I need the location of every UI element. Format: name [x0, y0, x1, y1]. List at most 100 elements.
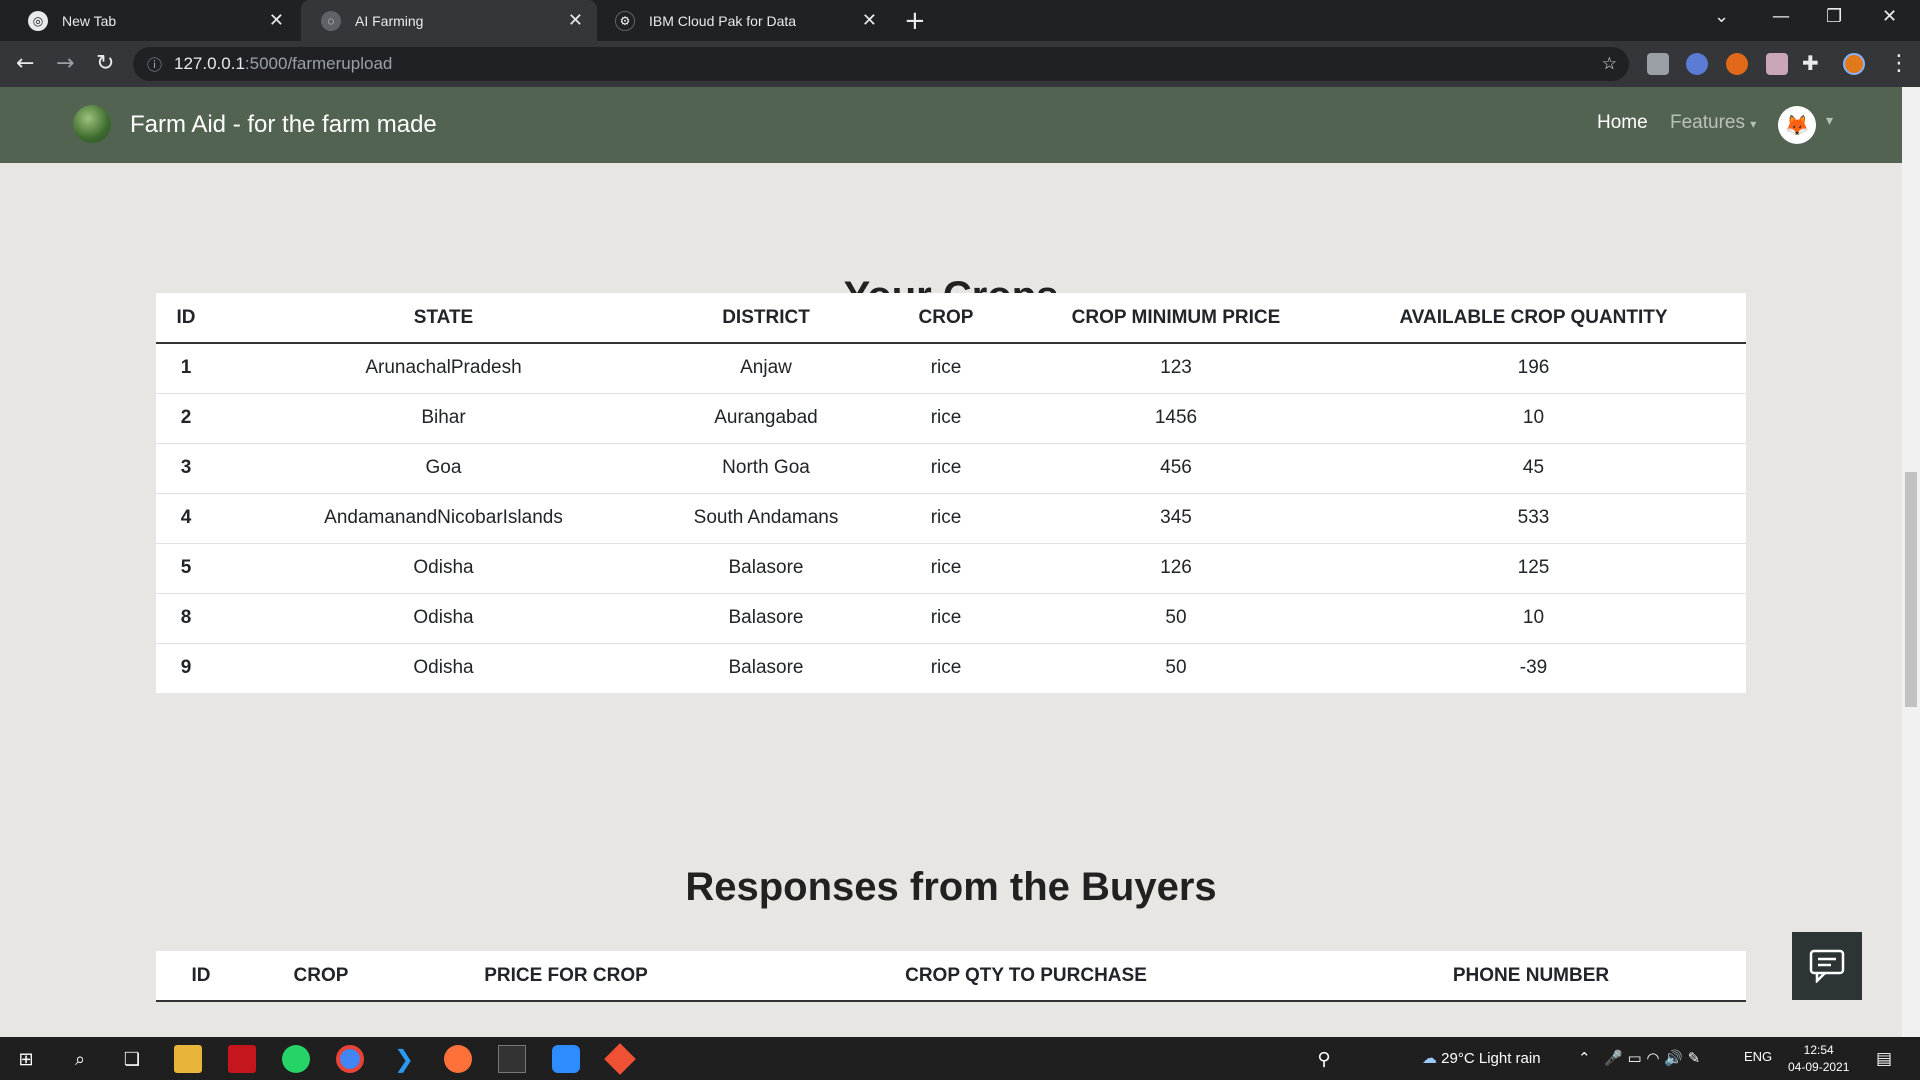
col-header-qty-purchase: CROP QTY TO PURCHASE [736, 951, 1316, 1002]
table-row: 3 Goa North Goa rice 456 45 [156, 442, 1746, 493]
address-bar[interactable]: ⓘ 127.0.0.1:5000/farmerupload ☆ [133, 47, 1629, 81]
cell-id: 1 [156, 342, 216, 393]
cell-crop: rice [861, 642, 1031, 693]
forward-icon[interactable]: → [56, 51, 74, 76]
cell-state: Odisha [216, 592, 671, 643]
clock[interactable]: 12:54 04-09-2021 [1788, 1042, 1849, 1076]
extension-icon[interactable] [1686, 53, 1708, 75]
menu-kebab-icon[interactable]: ⋮ [1888, 51, 1910, 76]
task-view-icon[interactable]: ❏ [118, 1045, 146, 1073]
people-icon[interactable]: ⚲ [1310, 1045, 1338, 1073]
extension-icon[interactable] [1766, 53, 1788, 75]
system-tray-icons[interactable]: 🎤 ▭ ◠ 🔊 ✎ [1604, 1049, 1700, 1067]
window-close-icon[interactable]: ✕ [1882, 6, 1897, 27]
cell-available-qty: 196 [1321, 342, 1746, 393]
cell-id: 4 [156, 492, 216, 543]
cell-min-price: 456 [1031, 442, 1321, 493]
tab-label: New Tab [62, 12, 117, 29]
col-header-id: ID [156, 951, 246, 1002]
language-indicator[interactable]: ENG [1744, 1049, 1772, 1064]
close-icon[interactable]: ✕ [862, 10, 877, 31]
table-row: 4 AndamanandNicobarIslands South Andamans r… [156, 492, 1746, 543]
info-icon[interactable]: ⓘ [147, 54, 162, 75]
cell-crop: rice [861, 492, 1031, 543]
col-header-price: PRICE FOR CROP [396, 951, 736, 1002]
reload-icon[interactable]: ↻ [96, 51, 114, 76]
cell-available-qty: 10 [1321, 392, 1746, 443]
terminal-icon[interactable] [498, 1045, 526, 1073]
search-icon[interactable]: ⌕ [66, 1045, 94, 1073]
col-header-district: DISTRICT [671, 293, 861, 344]
brand-title[interactable]: Farm Aid - for the farm made [130, 111, 437, 139]
tab-search-icon[interactable]: ⌄ [1714, 6, 1729, 27]
table-row: 8 Odisha Balasore rice 50 10 [156, 592, 1746, 643]
weather-widget[interactable]: ☁ 29°C Light rain [1422, 1049, 1541, 1067]
firefox-icon[interactable] [444, 1045, 472, 1073]
table-row: 1 ArunachalPradesh Anjaw rice 123 196 [156, 342, 1746, 393]
cell-id: 8 [156, 592, 216, 643]
extension-icon[interactable] [1647, 53, 1669, 75]
clock-date: 04-09-2021 [1788, 1060, 1850, 1074]
col-header-crop: CROP [861, 293, 1031, 344]
col-header-phone: PHONE NUMBER [1316, 951, 1746, 1002]
page-viewport: Farm Aid - for the farm made Home Featur… [0, 87, 1902, 1037]
cloud-icon: ☁ [1422, 1050, 1437, 1067]
scrollbar-thumb[interactable] [1905, 472, 1917, 707]
windows-start-icon[interactable]: ⊞ [12, 1045, 40, 1073]
cell-district: South Andamans [671, 492, 861, 543]
tray-chevron-icon[interactable]: ⌃ [1578, 1049, 1591, 1067]
profile-avatar[interactable] [1843, 53, 1865, 75]
cell-crop: rice [861, 542, 1031, 593]
restore-icon[interactable]: ❐ [1826, 6, 1842, 27]
tab-ibm-cloud[interactable]: ⚙ IBM Cloud Pak for Data ✕ [595, 0, 891, 41]
tab-ai-farming[interactable]: ◌ AI Farming ✕ [301, 0, 597, 41]
table-row: 5 Odisha Balasore rice 126 125 [156, 542, 1746, 593]
extension-icon[interactable] [1726, 53, 1748, 75]
close-icon[interactable]: ✕ [568, 10, 583, 31]
windows-taskbar: ⊞ ⌕ ❏ ❯ ⚲ ☁ 29°C Light rain ⌃ 🎤 ▭ ◠ 🔊 ✎ … [0, 1037, 1920, 1080]
chat-icon [1809, 949, 1845, 983]
browser-toolbar: ← → ↻ ⓘ 127.0.0.1:5000/farmerupload ☆ ✚ … [0, 41, 1920, 87]
cell-crop: rice [861, 442, 1031, 493]
table-row: 2 Bihar Aurangabad rice 1456 10 [156, 392, 1746, 443]
chrome-taskbar-icon[interactable] [336, 1045, 364, 1073]
chat-button[interactable] [1792, 932, 1862, 1000]
cell-min-price: 126 [1031, 542, 1321, 593]
caret-down-icon[interactable]: ▾ [1826, 113, 1833, 129]
cell-id: 5 [156, 542, 216, 593]
notification-icon[interactable]: ▤ [1876, 1049, 1892, 1069]
minimize-icon[interactable]: — [1772, 6, 1790, 27]
git-icon[interactable] [604, 1043, 636, 1075]
new-tab-button[interactable]: + [904, 6, 926, 36]
crops-table: ID STATE DISTRICT CROP CROP MINIMUM PRIC… [156, 293, 1746, 693]
cell-state: AndamanandNicobarIslands [216, 492, 671, 543]
browser-tab-bar: ◎ New Tab ✕ ◌ AI Farming ✕ ⚙ IBM Cloud P… [0, 0, 1920, 41]
site-navbar: Farm Aid - for the farm made Home Featur… [0, 87, 1902, 163]
cell-district: Anjaw [671, 342, 861, 393]
cell-available-qty: 533 [1321, 492, 1746, 543]
user-avatar[interactable]: 🦊 [1778, 106, 1816, 144]
extensions-puzzle-icon[interactable]: ✚ [1802, 51, 1819, 75]
whatsapp-icon[interactable] [282, 1045, 310, 1073]
acrobat-icon[interactable] [228, 1045, 256, 1073]
back-icon[interactable]: ← [16, 51, 34, 76]
farm-logo[interactable] [73, 105, 111, 143]
cell-available-qty: 10 [1321, 592, 1746, 643]
cell-crop: rice [861, 592, 1031, 643]
nav-home-link[interactable]: Home [1597, 112, 1648, 134]
cell-district: Balasore [671, 642, 861, 693]
vscode-icon[interactable]: ❯ [390, 1045, 418, 1073]
page-scrollbar[interactable] [1902, 87, 1920, 1037]
cell-state: Odisha [216, 642, 671, 693]
tab-new-tab[interactable]: ◎ New Tab ✕ [8, 0, 298, 41]
close-icon[interactable]: ✕ [269, 10, 284, 31]
file-explorer-icon[interactable] [174, 1045, 202, 1073]
cell-state: ArunachalPradesh [216, 342, 671, 393]
table-header-row: ID CROP PRICE FOR CROP CROP QTY TO PURCH… [156, 951, 1746, 1002]
bookmark-star-icon[interactable]: ☆ [1602, 54, 1617, 74]
cell-min-price: 50 [1031, 592, 1321, 643]
nav-features-dropdown[interactable]: Features ▾ [1670, 112, 1756, 134]
zoom-icon[interactable] [552, 1045, 580, 1073]
caret-down-icon: ▾ [1750, 117, 1757, 131]
table-header-row: ID STATE DISTRICT CROP CROP MINIMUM PRIC… [156, 293, 1746, 344]
